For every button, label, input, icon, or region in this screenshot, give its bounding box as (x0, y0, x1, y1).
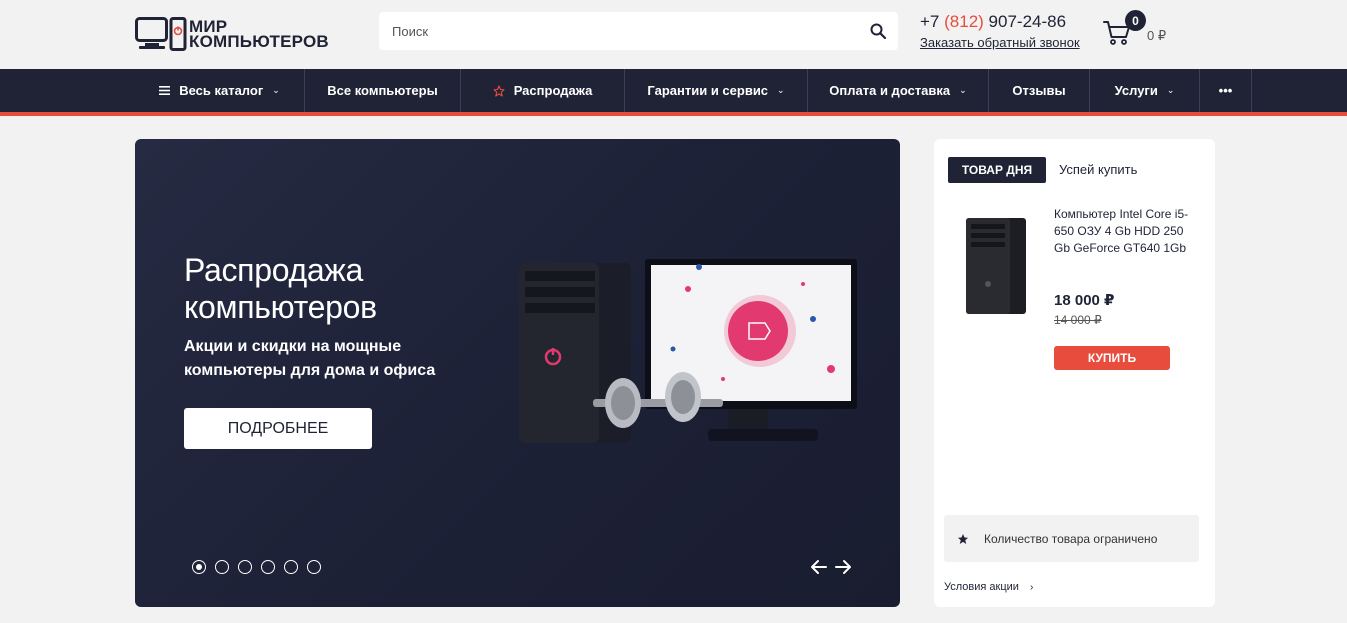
nav-item-services[interactable]: Услуги ⌄ (1090, 69, 1200, 112)
nav-label: Все компьютеры (327, 83, 438, 98)
nav-label: Распродажа (513, 83, 593, 98)
phone-prefix: +7 (920, 12, 940, 31)
star-icon (958, 533, 968, 544)
nav-item-reviews[interactable]: Отзывы (989, 69, 1090, 112)
search-button[interactable] (858, 12, 898, 50)
limited-stock-text: Количество товара ограничено (984, 531, 1158, 546)
banner-computer-illustration (519, 259, 857, 443)
more-icon: ••• (1218, 83, 1233, 98)
slider-dot[interactable] (261, 560, 275, 574)
buy-button[interactable]: КУПИТЬ (1054, 346, 1170, 370)
limited-stock-note: Количество товара ограничено (944, 515, 1199, 562)
chevron-down-icon: ⌄ (272, 85, 280, 95)
logo-monitor-icon (135, 17, 187, 51)
product-image[interactable] (960, 214, 1032, 318)
slider-arrows (810, 558, 852, 576)
slider-dot[interactable] (307, 560, 321, 574)
slider-dot[interactable] (192, 560, 206, 574)
banner-more-button[interactable]: ПОДРОБНЕЕ (184, 408, 372, 449)
nav-item-payment-delivery[interactable]: Оплата и доставка ⌄ (808, 69, 989, 112)
menu-icon (159, 86, 171, 95)
nav-item-sale[interactable]: Распродажа (461, 69, 625, 112)
nav-item-all-computers[interactable]: Все компьютеры (305, 69, 461, 112)
site-header: МИР КОМПЬЮТЕРОВ +7 (812) 907-24-86 Заказ… (0, 0, 1347, 69)
cart-count-badge: 0 (1125, 10, 1146, 31)
product-of-day-badge: ТОВАР ДНЯ (948, 157, 1046, 183)
nav-accent-line (0, 112, 1347, 116)
product-price: 18 000 ₽ (1054, 292, 1115, 309)
slider-dots (192, 560, 321, 574)
nav-label: Оплата и доставка (829, 83, 951, 98)
nav-item-warranty[interactable]: Гарантии и сервис ⌄ (625, 69, 808, 112)
nav-label: Весь каталог (179, 83, 264, 98)
slider-dot[interactable] (238, 560, 252, 574)
logo-line2: КОМПЬЮТЕРОВ (189, 32, 329, 51)
chevron-down-icon: ⌄ (1166, 85, 1175, 95)
phone-digits: 907-24-86 (988, 12, 1067, 31)
phone-code: (812) (944, 12, 984, 31)
main-nav: Весь каталог ⌄ Все компьютеры Распродажа… (0, 69, 1347, 112)
star-icon (493, 84, 505, 97)
phone-number[interactable]: +7 (812) 907-24-86 (920, 12, 1090, 32)
search-input[interactable] (379, 12, 858, 50)
promo-banner: Распродажа компьютеров Акции и скидки на… (135, 139, 900, 607)
hurry-label: Успей купить (1059, 162, 1138, 177)
banner-subtitle: Акции и скидки на мощные компьютеры для … (184, 338, 436, 379)
chevron-down-icon: ⌄ (777, 85, 785, 95)
arrow-left-icon[interactable] (810, 558, 828, 576)
banner-title: Распродажа компьютеров (184, 252, 377, 325)
slider-dot[interactable] (284, 560, 298, 574)
logo-text: МИР КОМПЬЮТЕРОВ (189, 18, 329, 51)
arrow-right-icon[interactable] (834, 558, 852, 576)
nav-more-button[interactable]: ••• (1200, 69, 1252, 112)
chevron-down-icon: ⌄ (959, 85, 967, 95)
search-bar (379, 12, 898, 50)
product-of-day-card: ТОВАР ДНЯ Успей купить Компьютер Intel C… (934, 139, 1215, 607)
nav-label: Отзывы (1012, 83, 1066, 98)
callback-link[interactable]: Заказать обратный звонок (920, 35, 1080, 50)
logo[interactable]: МИР КОМПЬЮТЕРОВ (135, 16, 345, 52)
product-name-link[interactable]: Компьютер Intel Core i5-650 ОЗУ 4 Gb HDD… (1054, 206, 1199, 257)
nav-label: Услуги (1114, 83, 1158, 98)
contact-block: +7 (812) 907-24-86 Заказать обратный зво… (920, 12, 1090, 52)
search-icon (870, 23, 886, 39)
promo-terms-link[interactable]: Условия акции › (944, 581, 1033, 593)
cart-sum: 0 ₽ (1147, 28, 1167, 43)
cart-widget[interactable]: 0 0 ₽ (1103, 10, 1183, 52)
slider-dot[interactable] (215, 560, 229, 574)
nav-item-catalog[interactable]: Весь каталог ⌄ (135, 69, 305, 112)
terms-label: Условия акции (944, 581, 1019, 593)
nav-label: Гарантии и сервис (647, 83, 769, 98)
chevron-right-icon: › (1030, 582, 1034, 593)
product-old-price: 14 000 ₽ (1054, 313, 1102, 327)
